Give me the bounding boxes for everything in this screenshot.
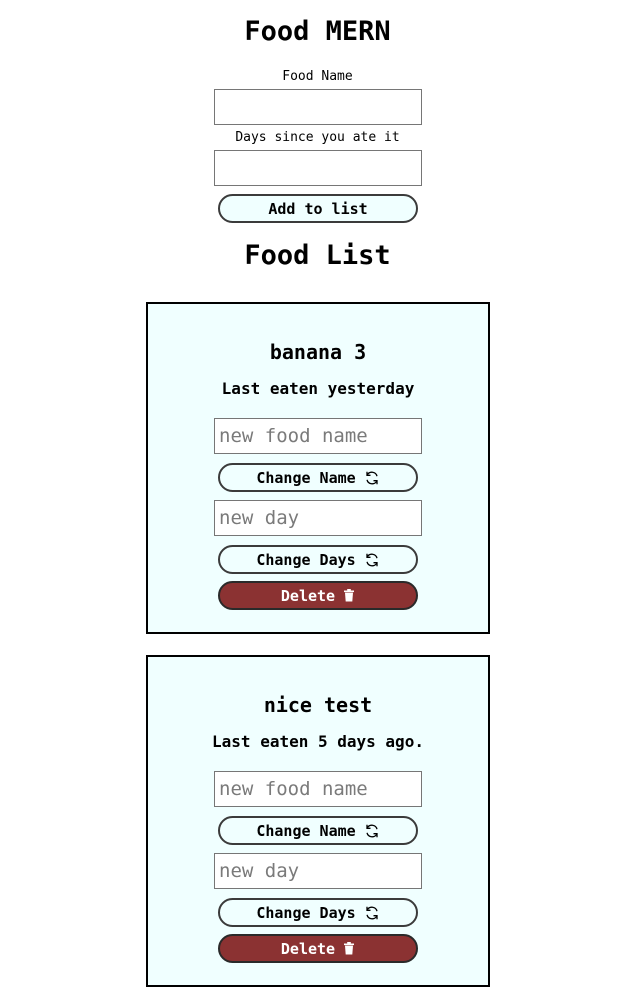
refresh-icon	[364, 905, 380, 921]
refresh-icon	[364, 823, 380, 839]
delete-label: Delete	[280, 586, 336, 605]
refresh-icon	[364, 470, 380, 486]
add-to-list-label: Add to list	[268, 199, 368, 218]
change-days-label: Change Days	[256, 903, 356, 922]
food-card-title: banana 3	[269, 340, 367, 364]
change-days-label: Change Days	[256, 550, 356, 569]
new-day-input[interactable]	[214, 853, 422, 889]
change-days-button[interactable]: Change Days	[218, 898, 418, 927]
food-card-title: nice test	[263, 693, 373, 717]
days-label: Days since you ate it	[235, 130, 400, 145]
food-card: nice test Last eaten 5 days ago. Change …	[146, 655, 490, 987]
food-name-input[interactable]	[214, 89, 422, 125]
food-name-label: Food Name	[282, 69, 353, 84]
app-page: Food MERN Food Name Days since you ate i…	[0, 0, 619, 992]
delete-button[interactable]: Delete	[218, 581, 418, 610]
app-title: Food MERN	[244, 16, 391, 47]
change-name-button[interactable]: Change Name	[218, 463, 418, 492]
last-eaten-text: Last eaten yesterday	[221, 379, 415, 398]
change-name-button[interactable]: Change Name	[218, 816, 418, 845]
change-name-label: Change Name	[256, 468, 356, 487]
refresh-icon	[364, 552, 380, 568]
new-day-input[interactable]	[214, 500, 422, 536]
add-to-list-button[interactable]: Add to list	[218, 194, 418, 223]
new-food-name-input[interactable]	[214, 771, 422, 807]
change-name-label: Change Name	[256, 821, 356, 840]
trash-icon	[343, 589, 355, 602]
new-food-name-input[interactable]	[214, 418, 422, 454]
last-eaten-text: Last eaten 5 days ago.	[212, 732, 424, 751]
change-days-button[interactable]: Change Days	[218, 545, 418, 574]
days-input[interactable]	[214, 150, 422, 186]
food-card: banana 3 Last eaten yesterday Change Nam…	[146, 302, 490, 634]
food-list-title: Food List	[244, 240, 391, 271]
trash-icon	[343, 942, 355, 955]
delete-label: Delete	[280, 939, 336, 958]
delete-button[interactable]: Delete	[218, 934, 418, 963]
